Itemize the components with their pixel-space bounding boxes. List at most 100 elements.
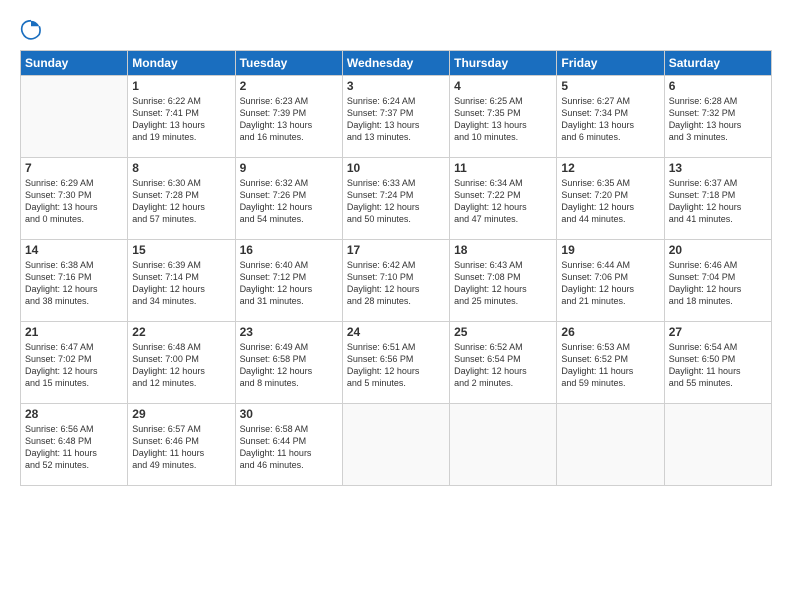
day-number: 18 xyxy=(454,243,552,257)
day-number: 24 xyxy=(347,325,445,339)
day-info: Sunrise: 6:46 AM Sunset: 7:04 PM Dayligh… xyxy=(669,259,767,308)
day-cell: 22 Sunrise: 6:48 AM Sunset: 7:00 PM Dayli… xyxy=(128,322,235,404)
day-info: Sunrise: 6:49 AM Sunset: 6:58 PM Dayligh… xyxy=(240,341,338,390)
day-number: 3 xyxy=(347,79,445,93)
day-info: Sunrise: 6:47 AM Sunset: 7:02 PM Dayligh… xyxy=(25,341,123,390)
day-cell: 13Sunrise: 6:37 AM Sunset: 7:18 PM Dayli… xyxy=(664,158,771,240)
day-cell: 18 Sunrise: 6:43 AM Sunset: 7:08 PM Dayli… xyxy=(450,240,557,322)
week-row-2: 14 Sunrise: 6:38 AM Sunset: 7:16 PM Dayli… xyxy=(21,240,772,322)
day-info: Sunrise: 6:40 AM Sunset: 7:12 PM Dayligh… xyxy=(240,259,338,308)
day-number: 17 xyxy=(347,243,445,257)
day-number: 10 xyxy=(347,161,445,175)
day-number: 8 xyxy=(132,161,230,175)
day-number: 6 xyxy=(669,79,767,93)
col-header-tuesday: Tuesday xyxy=(235,51,342,76)
day-info: Sunrise: 6:33 AM Sunset: 7:24 PM Dayligh… xyxy=(347,177,445,226)
day-number: 1 xyxy=(132,79,230,93)
day-cell: 15 Sunrise: 6:39 AM Sunset: 7:14 PM Dayli… xyxy=(128,240,235,322)
day-number: 30 xyxy=(240,407,338,421)
day-info: Sunrise: 6:24 AM Sunset: 7:37 PM Dayligh… xyxy=(347,95,445,144)
day-number: 14 xyxy=(25,243,123,257)
day-info: Sunrise: 6:25 AM Sunset: 7:35 PM Dayligh… xyxy=(454,95,552,144)
day-cell: 5 Sunrise: 6:27 AM Sunset: 7:34 PM Daylig… xyxy=(557,76,664,158)
day-number: 21 xyxy=(25,325,123,339)
day-cell xyxy=(342,404,449,486)
week-row-4: 28 Sunrise: 6:56 AM Sunset: 6:48 PM Dayli… xyxy=(21,404,772,486)
calendar: SundayMondayTuesdayWednesdayThursdayFrid… xyxy=(20,50,772,486)
day-cell: 21 Sunrise: 6:47 AM Sunset: 7:02 PM Dayli… xyxy=(21,322,128,404)
day-number: 5 xyxy=(561,79,659,93)
day-number: 20 xyxy=(669,243,767,257)
day-info: Sunrise: 6:44 AM Sunset: 7:06 PM Dayligh… xyxy=(561,259,659,308)
day-cell: 30 Sunrise: 6:58 AM Sunset: 6:44 PM Dayli… xyxy=(235,404,342,486)
day-cell: 28 Sunrise: 6:56 AM Sunset: 6:48 PM Dayli… xyxy=(21,404,128,486)
day-number: 16 xyxy=(240,243,338,257)
day-info: Sunrise: 6:53 AM Sunset: 6:52 PM Dayligh… xyxy=(561,341,659,390)
day-cell: 16 Sunrise: 6:40 AM Sunset: 7:12 PM Dayli… xyxy=(235,240,342,322)
day-info: Sunrise: 6:32 AM Sunset: 7:26 PM Dayligh… xyxy=(240,177,338,226)
day-cell: 27 Sunrise: 6:54 AM Sunset: 6:50 PM Dayli… xyxy=(664,322,771,404)
day-number: 23 xyxy=(240,325,338,339)
day-info: Sunrise: 6:57 AM Sunset: 6:46 PM Dayligh… xyxy=(132,423,230,472)
day-cell: 11 Sunrise: 6:34 AM Sunset: 7:22 PM Dayli… xyxy=(450,158,557,240)
day-cell: 29 Sunrise: 6:57 AM Sunset: 6:46 PM Dayli… xyxy=(128,404,235,486)
day-cell: 4 Sunrise: 6:25 AM Sunset: 7:35 PM Daylig… xyxy=(450,76,557,158)
day-number: 26 xyxy=(561,325,659,339)
day-number: 11 xyxy=(454,161,552,175)
day-info: Sunrise: 6:27 AM Sunset: 7:34 PM Dayligh… xyxy=(561,95,659,144)
day-info: Sunrise: 6:30 AM Sunset: 7:28 PM Dayligh… xyxy=(132,177,230,226)
logo-icon xyxy=(20,18,42,40)
day-cell: 14 Sunrise: 6:38 AM Sunset: 7:16 PM Dayli… xyxy=(21,240,128,322)
day-info: Sunrise: 6:23 AM Sunset: 7:39 PM Dayligh… xyxy=(240,95,338,144)
day-info: Sunrise: 6:54 AM Sunset: 6:50 PM Dayligh… xyxy=(669,341,767,390)
day-number: 2 xyxy=(240,79,338,93)
col-header-monday: Monday xyxy=(128,51,235,76)
day-info: Sunrise: 6:37 AM Sunset: 7:18 PM Dayligh… xyxy=(669,177,767,226)
day-cell: 10 Sunrise: 6:33 AM Sunset: 7:24 PM Dayli… xyxy=(342,158,449,240)
day-number: 19 xyxy=(561,243,659,257)
day-info: Sunrise: 6:38 AM Sunset: 7:16 PM Dayligh… xyxy=(25,259,123,308)
day-number: 29 xyxy=(132,407,230,421)
day-number: 7 xyxy=(25,161,123,175)
col-header-saturday: Saturday xyxy=(664,51,771,76)
day-info: Sunrise: 6:56 AM Sunset: 6:48 PM Dayligh… xyxy=(25,423,123,472)
day-info: Sunrise: 6:58 AM Sunset: 6:44 PM Dayligh… xyxy=(240,423,338,472)
week-row-1: 7 Sunrise: 6:29 AM Sunset: 7:30 PM Daylig… xyxy=(21,158,772,240)
day-cell: 17Sunrise: 6:42 AM Sunset: 7:10 PM Dayli… xyxy=(342,240,449,322)
week-row-3: 21 Sunrise: 6:47 AM Sunset: 7:02 PM Dayli… xyxy=(21,322,772,404)
day-info: Sunrise: 6:43 AM Sunset: 7:08 PM Dayligh… xyxy=(454,259,552,308)
day-cell: 26 Sunrise: 6:53 AM Sunset: 6:52 PM Dayli… xyxy=(557,322,664,404)
logo xyxy=(20,18,44,40)
day-info: Sunrise: 6:51 AM Sunset: 6:56 PM Dayligh… xyxy=(347,341,445,390)
calendar-header-row: SundayMondayTuesdayWednesdayThursdayFrid… xyxy=(21,51,772,76)
col-header-friday: Friday xyxy=(557,51,664,76)
day-cell: 12Sunrise: 6:35 AM Sunset: 7:20 PM Dayli… xyxy=(557,158,664,240)
day-cell: 20 Sunrise: 6:46 AM Sunset: 7:04 PM Dayli… xyxy=(664,240,771,322)
day-number: 27 xyxy=(669,325,767,339)
col-header-sunday: Sunday xyxy=(21,51,128,76)
day-cell: 7 Sunrise: 6:29 AM Sunset: 7:30 PM Daylig… xyxy=(21,158,128,240)
day-info: Sunrise: 6:48 AM Sunset: 7:00 PM Dayligh… xyxy=(132,341,230,390)
day-cell: 25 Sunrise: 6:52 AM Sunset: 6:54 PM Dayli… xyxy=(450,322,557,404)
day-number: 15 xyxy=(132,243,230,257)
day-cell: 6Sunrise: 6:28 AM Sunset: 7:32 PM Daylig… xyxy=(664,76,771,158)
day-cell: 19 Sunrise: 6:44 AM Sunset: 7:06 PM Dayli… xyxy=(557,240,664,322)
day-number: 25 xyxy=(454,325,552,339)
day-info: Sunrise: 6:52 AM Sunset: 6:54 PM Dayligh… xyxy=(454,341,552,390)
day-cell: 1Sunrise: 6:22 AM Sunset: 7:41 PM Daylig… xyxy=(128,76,235,158)
day-info: Sunrise: 6:29 AM Sunset: 7:30 PM Dayligh… xyxy=(25,177,123,226)
col-header-wednesday: Wednesday xyxy=(342,51,449,76)
day-info: Sunrise: 6:34 AM Sunset: 7:22 PM Dayligh… xyxy=(454,177,552,226)
day-cell: 9Sunrise: 6:32 AM Sunset: 7:26 PM Daylig… xyxy=(235,158,342,240)
col-header-thursday: Thursday xyxy=(450,51,557,76)
day-cell xyxy=(557,404,664,486)
day-number: 22 xyxy=(132,325,230,339)
day-info: Sunrise: 6:39 AM Sunset: 7:14 PM Dayligh… xyxy=(132,259,230,308)
day-number: 4 xyxy=(454,79,552,93)
day-cell xyxy=(450,404,557,486)
day-number: 12 xyxy=(561,161,659,175)
day-number: 28 xyxy=(25,407,123,421)
day-cell xyxy=(664,404,771,486)
day-cell xyxy=(21,76,128,158)
day-cell: 2 Sunrise: 6:23 AM Sunset: 7:39 PM Daylig… xyxy=(235,76,342,158)
